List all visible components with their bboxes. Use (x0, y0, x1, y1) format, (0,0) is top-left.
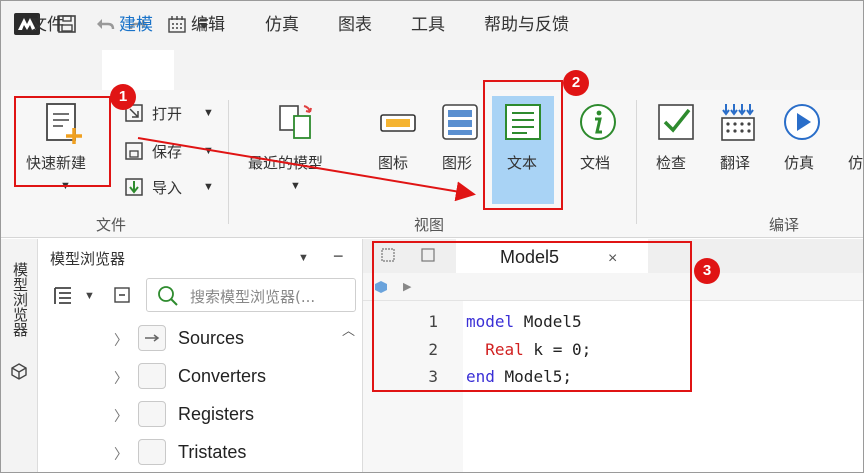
annotation-badge-3: 3 (694, 258, 720, 284)
annotation-arrow (137, 137, 476, 202)
annotation-badge-2: 2 (563, 70, 589, 96)
annotation-badge-1: 1 (110, 84, 136, 110)
